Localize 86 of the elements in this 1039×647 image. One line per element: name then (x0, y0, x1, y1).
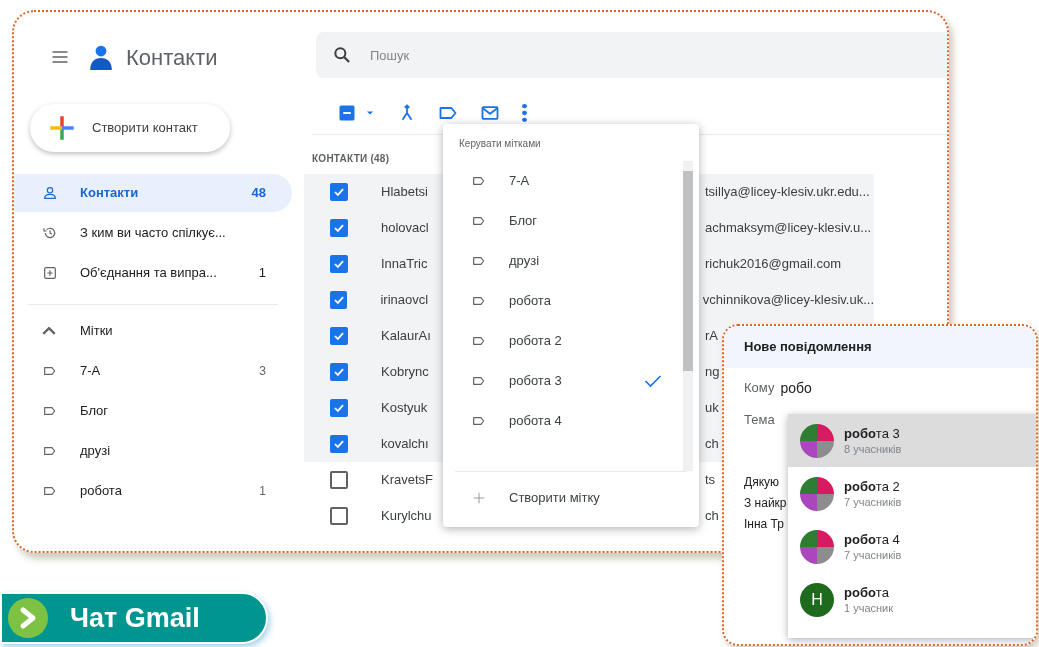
menu-item[interactable]: робота 3 (443, 361, 683, 401)
suggestion-name: робота 3 (844, 425, 901, 442)
contact-email: tsillya@licey-klesiv.ukr.edu... (705, 183, 870, 202)
badge-title: Чат Gmail (70, 601, 200, 635)
suggestion-name: робота 2 (844, 478, 901, 495)
mail-icon (480, 103, 500, 123)
select-all-checkbox[interactable] (338, 104, 356, 122)
member-count: 8 учасників (844, 441, 902, 456)
suggestion-name: робота (844, 584, 890, 601)
sidebar-item[interactable]: З ким ви часто спілкує... (14, 214, 292, 252)
label-item[interactable]: робота 1 (14, 471, 292, 511)
menu-item[interactable]: 7-А (443, 161, 683, 201)
menu-item[interactable]: робота 2 (443, 321, 683, 361)
checkbox[interactable] (330, 183, 348, 201)
menu-item[interactable]: робота 4 (443, 401, 683, 441)
message-text: Інна Тр (744, 515, 784, 533)
checkbox[interactable] (330, 327, 348, 345)
contact-name: Hlabetsi (381, 183, 429, 202)
sidebar-item[interactable]: Контакти 48 (14, 174, 292, 212)
create-label-item[interactable]: Створити мітку (443, 472, 699, 524)
checkbox[interactable] (330, 471, 348, 489)
contact-email: rA (705, 327, 718, 346)
history-icon (42, 225, 58, 241)
contact-email: ts (705, 471, 716, 490)
compose-title: Нове повідомлення (724, 326, 1036, 368)
contact-name: InnaTric (381, 255, 429, 274)
search-field[interactable]: Пошук (316, 32, 947, 78)
label-item[interactable]: Блог (14, 391, 292, 431)
recipient-input[interactable]: робо (780, 377, 812, 399)
contact-name: Kobrync (381, 363, 430, 382)
plus-box-icon (42, 265, 58, 281)
suggestion-item[interactable]: робота 4 7 учасників (788, 520, 1036, 573)
group-avatar (800, 423, 834, 458)
checkbox[interactable] (330, 219, 348, 237)
create-contact-button[interactable]: Створити контакт (30, 104, 230, 152)
plus-icon (48, 114, 76, 142)
list-heading: КОНТАКТИ (48) (312, 152, 391, 166)
chevron-icon (8, 598, 48, 638)
contact-email: uk (705, 399, 719, 418)
field-label: Тема (743, 411, 776, 429)
suggestion-item[interactable]: H робота 1 учасник (788, 573, 1036, 626)
plus-icon (471, 490, 487, 506)
contact-email: ch (705, 507, 719, 526)
contact-name: kovalchı (381, 435, 430, 454)
label-item[interactable]: друзі (14, 431, 292, 471)
contact-name: Kostyuk (381, 399, 429, 418)
contact-name: holovacl (381, 219, 430, 238)
contact-name: Kurylchu (381, 507, 433, 526)
checkbox[interactable] (330, 435, 348, 453)
menu-item[interactable]: друзі (443, 241, 683, 281)
member-count: 1 учасник (844, 600, 894, 615)
label-item[interactable]: 7-А 3 (14, 351, 292, 391)
more-icon (522, 104, 527, 122)
letter-avatar: H (800, 582, 834, 617)
checkbox[interactable] (330, 363, 348, 381)
contact-email: richuk2016@gmail.com (705, 255, 842, 274)
checkbox[interactable] (330, 507, 348, 525)
member-count: 7 учасників (844, 547, 902, 562)
group-avatar (800, 476, 834, 511)
checkbox[interactable] (330, 255, 348, 273)
app-title: Контакти (126, 43, 218, 72)
menu-item[interactable]: Блог (443, 201, 683, 241)
menu-heading: Керувати мітками (458, 137, 542, 151)
checkbox[interactable] (330, 399, 348, 417)
contact-email: achmaksym@licey-klesiv.u... (705, 219, 872, 238)
section-heading: Мітки (80, 322, 113, 341)
checkbox[interactable] (330, 291, 348, 309)
contact-email: vchinnikova@licey-klesiv.uk... (702, 291, 874, 310)
search-icon (332, 45, 352, 65)
scrollbar[interactable] (683, 161, 693, 471)
field-label: Кому (744, 379, 775, 398)
group-avatar (800, 529, 834, 564)
menu-item[interactable]: робота (443, 281, 683, 321)
contact-email: ng (705, 363, 720, 382)
contact-name: KalaurAı (381, 327, 432, 346)
person-icon (42, 185, 58, 201)
suggestion-name: робота 4 (844, 531, 901, 548)
member-count: 7 учасників (844, 494, 902, 509)
sidebar-item[interactable]: Об'єднання та випра... 1 (14, 254, 292, 292)
contact-name: irinaovcl (380, 291, 430, 310)
suggestion-item[interactable]: робота 3 8 учасників (788, 414, 1036, 467)
suggestion-item[interactable]: робота 2 7 учасників (788, 467, 1036, 520)
message-text: Дякую (744, 473, 779, 491)
message-text: З найкр (744, 494, 787, 512)
contact-name: KravetsF (381, 471, 433, 490)
contact-email: ch (705, 435, 719, 454)
